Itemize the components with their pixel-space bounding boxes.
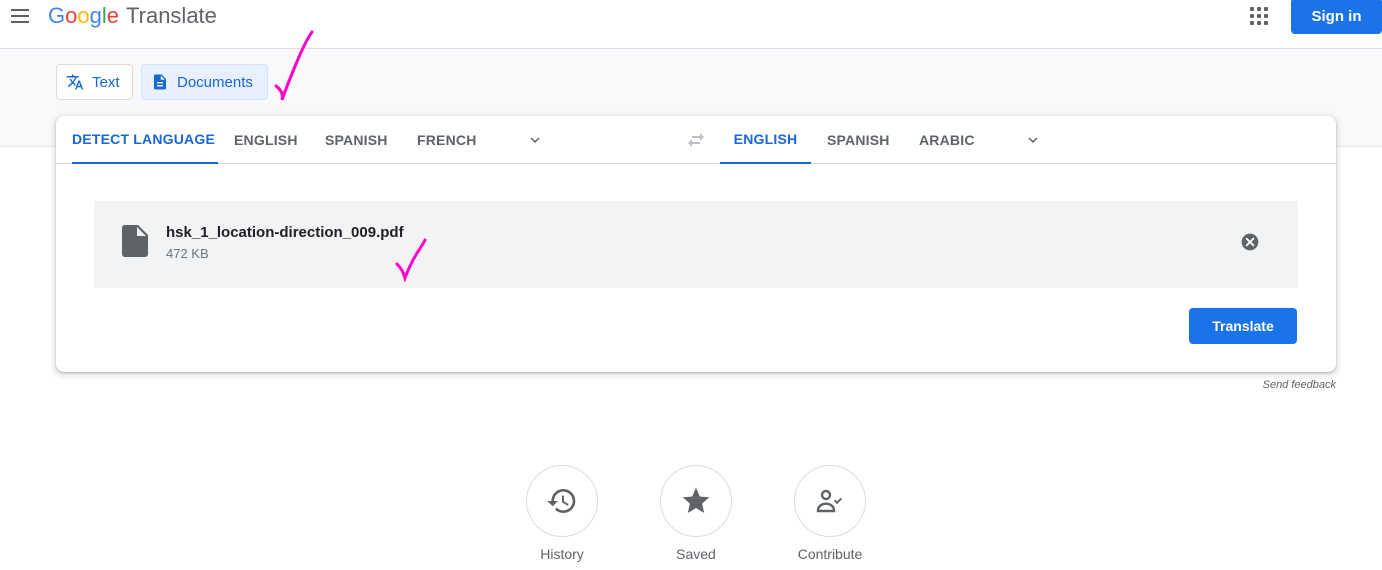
logo-google: Google (48, 3, 120, 28)
document-icon (151, 73, 169, 91)
translate-icon (66, 73, 84, 91)
text-mode-button[interactable]: Text (56, 64, 133, 100)
star-icon (682, 487, 710, 513)
target-lang-arabic[interactable]: ARABIC (919, 116, 975, 164)
source-lang-detect[interactable]: DETECT LANGUAGE (72, 116, 218, 164)
contribute-label: Contribute (797, 546, 863, 562)
contribute-circle (794, 465, 866, 537)
saved-label: Saved (676, 546, 716, 562)
main-menu-button[interactable] (8, 4, 32, 28)
google-apps-icon[interactable] (1250, 7, 1268, 25)
documents-mode-button[interactable]: Documents (141, 64, 268, 100)
uploaded-file: hsk_1_location-direction_009.pdf 472 KB (94, 201, 1298, 288)
source-lang-french[interactable]: FRENCH (417, 116, 477, 164)
translate-button[interactable]: Translate (1189, 308, 1297, 344)
google-translate-logo[interactable]: Google Translate (48, 3, 217, 29)
source-more-languages-chevron-icon[interactable] (526, 131, 544, 149)
source-lang-english[interactable]: ENGLISH (234, 116, 298, 164)
remove-file-icon[interactable] (1240, 232, 1260, 252)
saved-circle (660, 465, 732, 537)
target-lang-spanish[interactable]: SPANISH (827, 116, 890, 164)
file-name: hsk_1_location-direction_009.pdf (166, 224, 404, 241)
send-feedback-link[interactable]: Send feedback (1236, 379, 1336, 391)
target-more-languages-chevron-icon[interactable] (1024, 131, 1042, 149)
history-label: History (540, 546, 584, 562)
history-icon (547, 489, 576, 513)
source-lang-spanish[interactable]: SPANISH (325, 116, 388, 164)
language-bar: DETECT LANGUAGE ENGLISH SPANISH FRENCH E… (56, 116, 1336, 164)
translation-card: DETECT LANGUAGE ENGLISH SPANISH FRENCH E… (56, 116, 1336, 372)
contribute-button[interactable]: Contribute (785, 465, 875, 565)
file-size: 472 KB (166, 246, 209, 261)
swap-languages-icon[interactable] (684, 130, 708, 150)
history-button[interactable]: History (517, 465, 607, 565)
contribute-icon (816, 489, 842, 513)
sign-in-button[interactable]: Sign in (1291, 0, 1382, 34)
history-circle (526, 465, 598, 537)
text-mode-label: Text (92, 73, 120, 91)
top-bar: Google Translate Sign in (0, 0, 1382, 49)
documents-mode-label: Documents (177, 73, 253, 91)
target-lang-english[interactable]: ENGLISH (720, 116, 811, 164)
file-icon (122, 225, 148, 257)
logo-product: Translate (126, 3, 217, 28)
saved-button[interactable]: Saved (651, 465, 741, 565)
